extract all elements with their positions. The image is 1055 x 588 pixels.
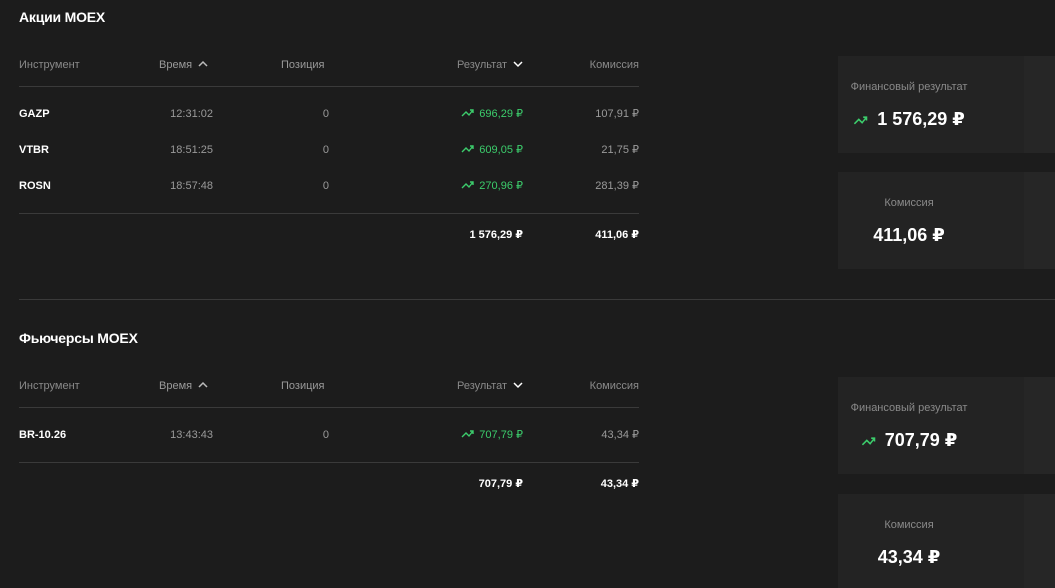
row-position: 0 — [322, 180, 329, 192]
header-commission[interactable]: Комиссия — [590, 55, 639, 75]
section-stocks: Акции MOEX Инструмент Время Позиция Резу… — [0, 0, 1055, 300]
header-time-label: Время — [159, 59, 193, 71]
trend-up-icon — [854, 116, 868, 125]
header-result-label: Результат — [456, 59, 507, 71]
financial-result-value: 707,79 ₽ — [884, 430, 958, 450]
row-time: 13:43:43 — [170, 429, 213, 441]
section-title: Акции MOEX — [19, 9, 106, 25]
header-time[interactable]: Время — [159, 55, 208, 75]
trend-up-icon — [461, 109, 474, 117]
row-result-value: 707,79 ₽ — [479, 429, 523, 441]
header-position[interactable]: Позиция — [281, 55, 325, 75]
section-divider — [19, 299, 1055, 300]
header-position[interactable]: Позиция — [281, 376, 325, 396]
card-label: Финансовый результат — [850, 402, 968, 414]
header-instrument[interactable]: Инструмент — [19, 55, 80, 75]
header-commission[interactable]: Комиссия — [590, 376, 639, 396]
total-commission: 411,06 ₽ — [595, 229, 639, 241]
table-row[interactable]: ROSN 18:57:48 0 270,96 ₽ 281,39 ₽ — [19, 176, 639, 196]
financial-result-card: Финансовый результат 1 576,29 ₽ — [838, 56, 1055, 153]
total-result: 1 576,29 ₽ — [469, 229, 523, 241]
header-time-label: Время — [159, 380, 193, 392]
chevron-up-icon — [198, 60, 208, 67]
chevron-down-icon — [513, 382, 523, 389]
totals-divider — [19, 213, 639, 214]
trend-up-icon — [461, 181, 474, 189]
row-position: 0 — [322, 144, 329, 156]
row-commission: 21,75 ₽ — [601, 144, 639, 156]
totals-row: 1 576,29 ₽ 411,06 ₽ — [19, 225, 639, 245]
table-header: Инструмент Время Позиция Результат Комис… — [19, 376, 639, 396]
trend-up-icon — [861, 437, 875, 446]
header-result[interactable]: Результат — [457, 376, 523, 396]
totals-divider — [19, 462, 639, 463]
row-result: 270,96 ₽ — [461, 176, 523, 196]
header-instrument[interactable]: Инструмент — [19, 376, 80, 396]
header-divider — [19, 86, 639, 87]
commission-card: Комиссия 43,34 ₽ — [838, 494, 1055, 588]
row-time: 12:31:02 — [170, 108, 213, 120]
row-instrument: ROSN — [19, 180, 51, 192]
trend-up-icon — [461, 145, 474, 153]
commission-value: 411,06 ₽ — [873, 225, 945, 245]
totals-row: 707,79 ₽ 43,34 ₽ — [19, 474, 639, 494]
card-label: Комиссия — [884, 519, 934, 531]
row-result-value: 696,29 ₽ — [479, 108, 523, 120]
section-futures: Фьючерсы MOEX Инструмент Время Позиция Р… — [0, 321, 1055, 588]
row-instrument: VTBR — [19, 144, 49, 156]
financial-result-value: 1 576,29 ₽ — [877, 109, 965, 129]
chevron-up-icon — [198, 381, 208, 388]
row-commission: 281,39 ₽ — [595, 180, 639, 192]
row-result-value: 270,96 ₽ — [479, 180, 523, 192]
row-position: 0 — [322, 108, 329, 120]
card-label: Комиссия — [884, 197, 934, 209]
card-value: 707,79 ₽ — [838, 430, 980, 451]
table-row[interactable]: VTBR 18:51:25 0 609,05 ₽ 21,75 ₽ — [19, 140, 639, 160]
card-label: Финансовый результат — [850, 81, 968, 93]
table-header: Инструмент Время Позиция Результат Комис… — [19, 55, 639, 75]
row-result: 696,29 ₽ — [461, 104, 523, 124]
row-result-value: 609,05 ₽ — [479, 144, 523, 156]
row-time: 18:51:25 — [170, 144, 213, 156]
chevron-down-icon — [513, 61, 523, 68]
header-result-label: Результат — [456, 380, 507, 392]
row-commission: 107,91 ₽ — [595, 108, 639, 120]
commission-value: 43,34 ₽ — [877, 547, 941, 567]
trend-up-icon — [461, 430, 474, 438]
card-value: 1 576,29 ₽ — [838, 109, 980, 130]
financial-result-card: Финансовый результат 707,79 ₽ — [838, 377, 1055, 474]
section-title: Фьючерсы MOEX — [19, 330, 138, 346]
total-commission: 43,34 ₽ — [600, 478, 639, 490]
row-time: 18:57:48 — [170, 180, 213, 192]
table-row[interactable]: BR-10.26 13:43:43 0 707,79 ₽ 43,34 ₽ — [19, 425, 639, 445]
total-result: 707,79 ₽ — [478, 478, 523, 490]
row-instrument: BR-10.26 — [19, 429, 67, 441]
table-row[interactable]: GAZP 12:31:02 0 696,29 ₽ 107,91 ₽ — [19, 104, 639, 124]
row-instrument: GAZP — [19, 108, 50, 120]
header-result[interactable]: Результат — [457, 55, 523, 75]
header-time[interactable]: Время — [159, 376, 208, 396]
row-position: 0 — [322, 429, 329, 441]
row-commission: 43,34 ₽ — [601, 429, 639, 441]
header-divider — [19, 407, 639, 408]
row-result: 707,79 ₽ — [461, 425, 523, 445]
row-result: 609,05 ₽ — [461, 140, 523, 160]
commission-card: Комиссия 411,06 ₽ — [838, 172, 1055, 269]
